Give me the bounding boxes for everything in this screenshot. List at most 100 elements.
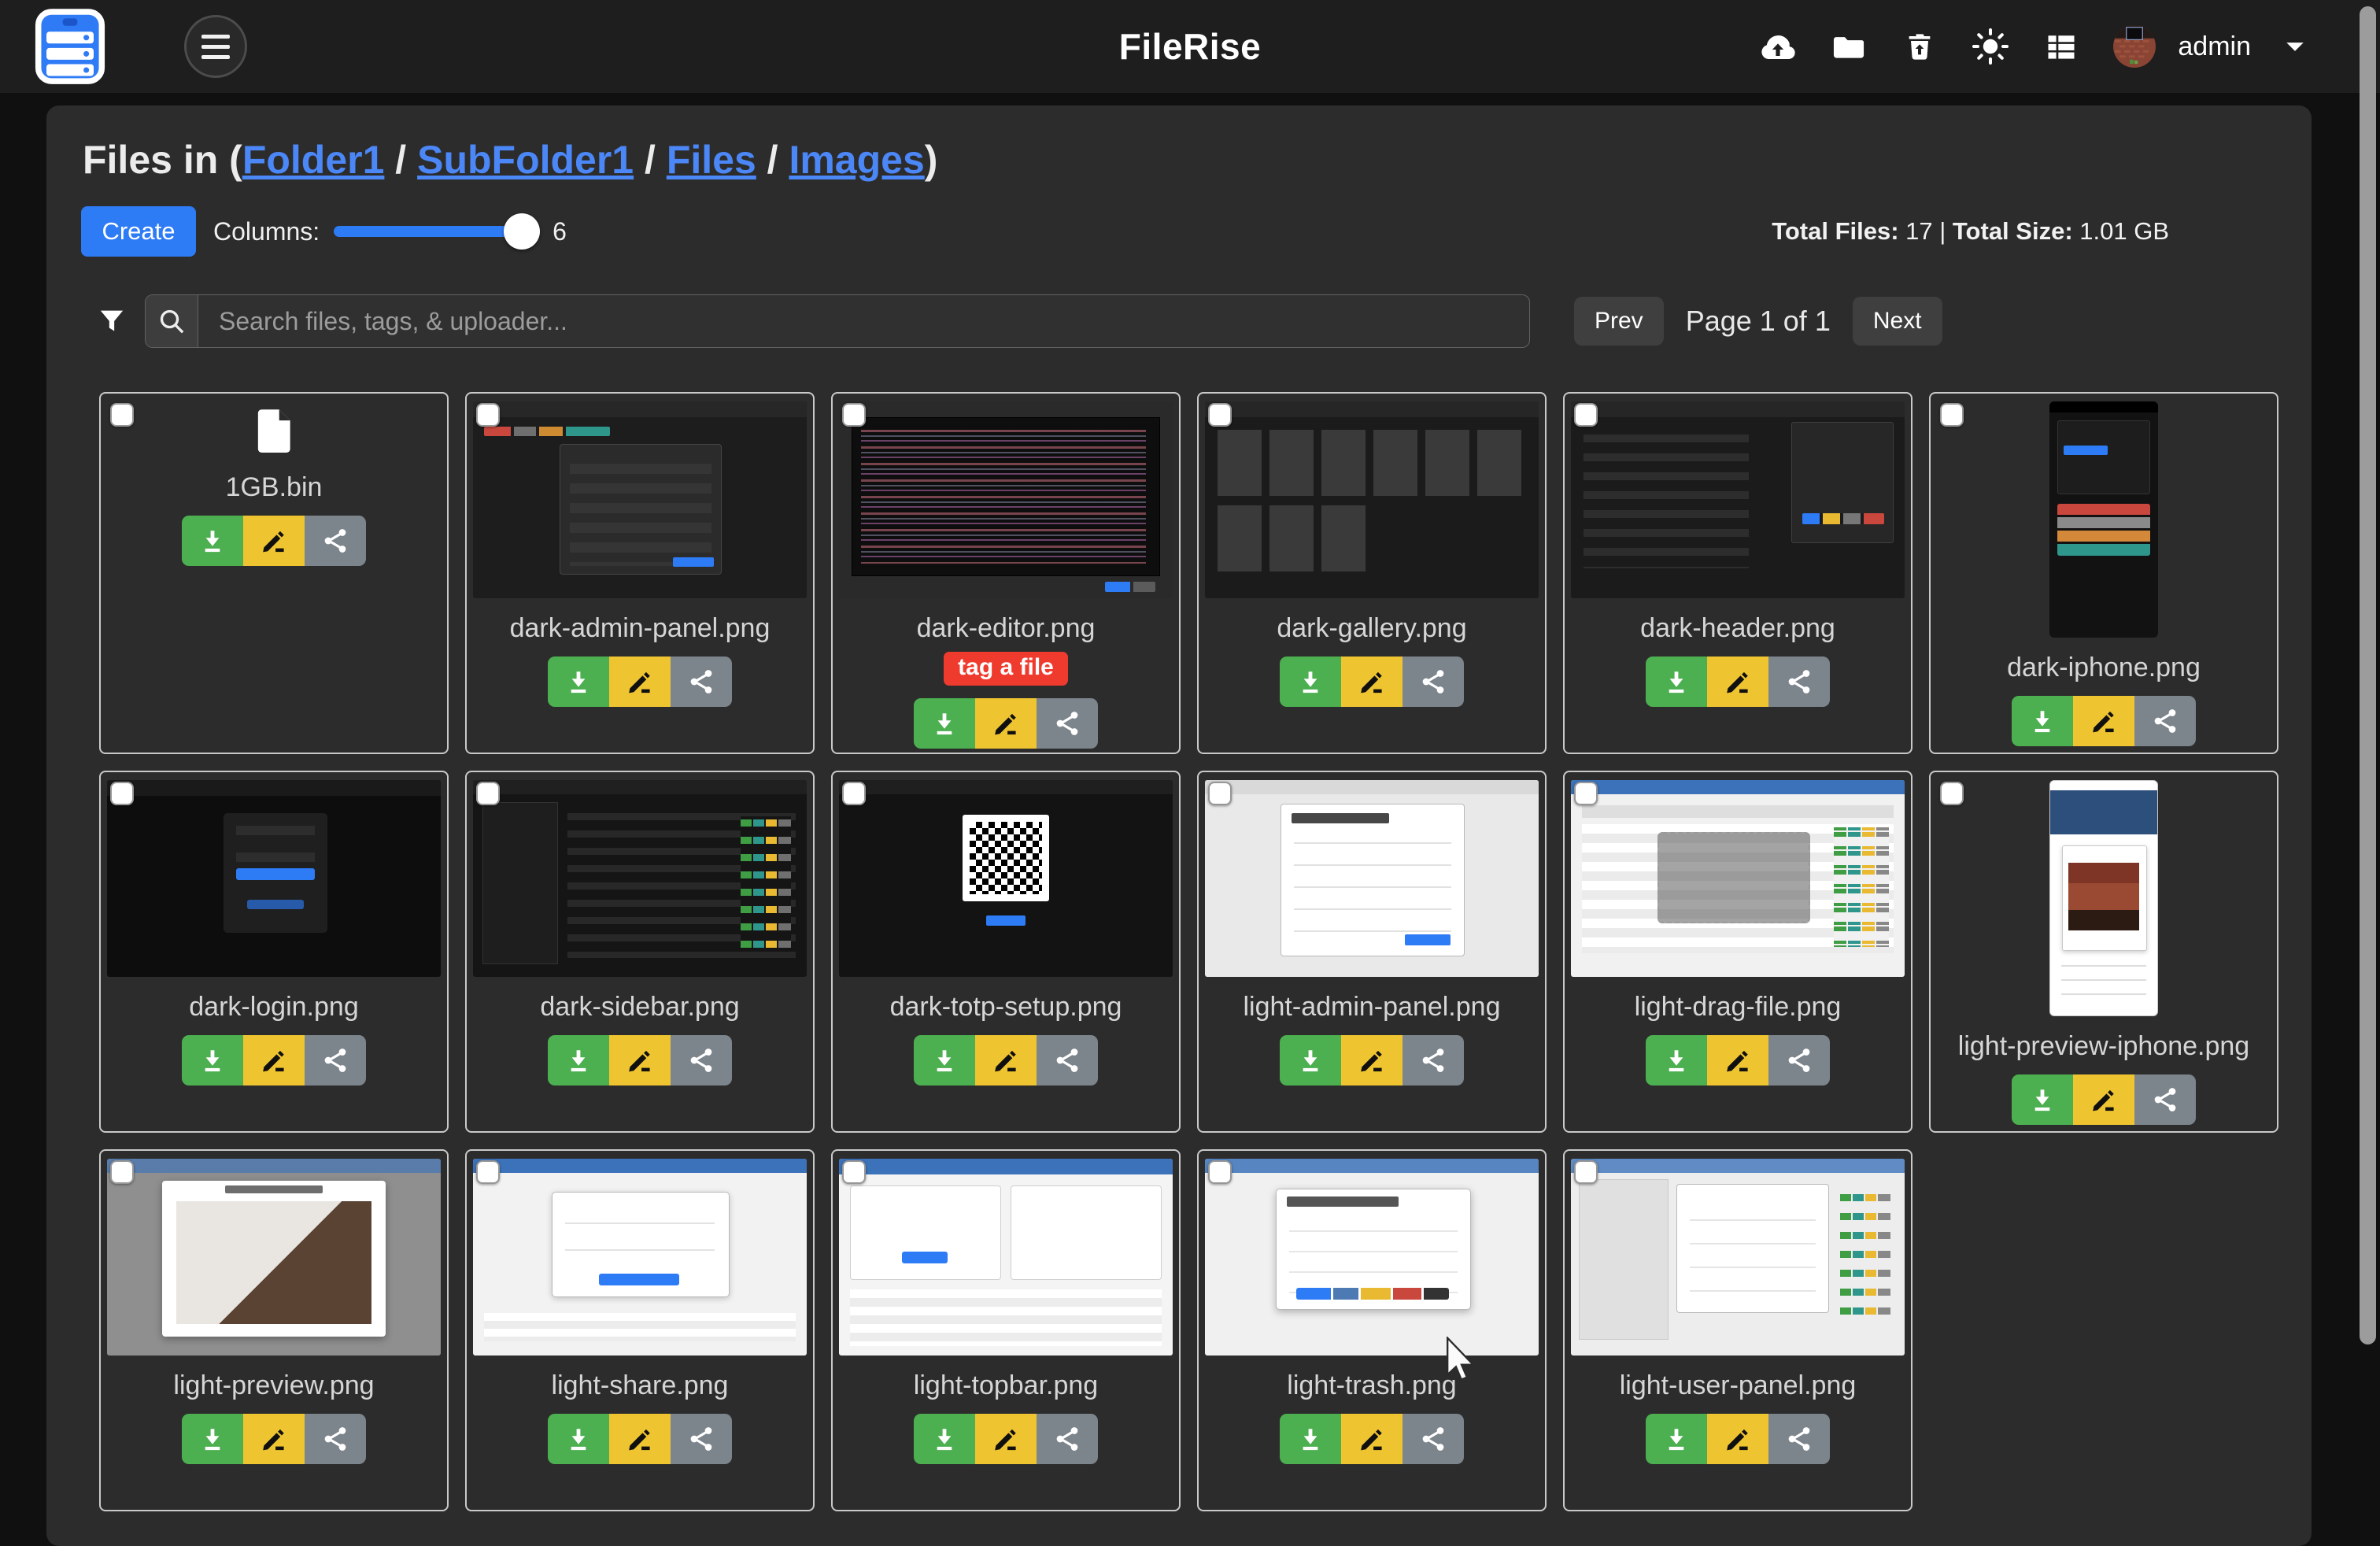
file-card[interactable]: dark-sidebar.png <box>465 771 815 1133</box>
download-button[interactable] <box>548 1035 609 1086</box>
file-checkbox[interactable] <box>1574 403 1598 427</box>
file-checkbox[interactable] <box>1574 1160 1598 1184</box>
file-checkbox[interactable] <box>110 1160 134 1184</box>
edit-button[interactable] <box>1707 656 1768 707</box>
file-thumbnail[interactable] <box>839 1159 1173 1356</box>
file-thumbnail[interactable] <box>1205 780 1539 977</box>
share-button[interactable] <box>1402 1035 1464 1086</box>
file-card[interactable]: light-drag-file.png <box>1563 771 1913 1133</box>
scrollbar[interactable] <box>2360 6 2376 1344</box>
download-button[interactable] <box>182 1035 243 1086</box>
file-card[interactable]: dark-login.png <box>99 771 449 1133</box>
file-thumbnail[interactable] <box>839 780 1173 977</box>
columns-slider[interactable] <box>334 226 535 237</box>
file-thumbnail[interactable] <box>1571 1159 1905 1356</box>
share-button[interactable] <box>1037 1414 1098 1464</box>
file-card[interactable]: dark-header.png <box>1563 392 1913 754</box>
edit-button[interactable] <box>975 1035 1037 1086</box>
download-button[interactable] <box>1646 656 1707 707</box>
file-checkbox[interactable] <box>842 403 866 427</box>
create-button[interactable]: Create <box>81 206 196 257</box>
share-button[interactable] <box>2134 696 2196 746</box>
share-button[interactable] <box>305 1035 366 1086</box>
edit-button[interactable] <box>1707 1414 1768 1464</box>
download-button[interactable] <box>2012 696 2073 746</box>
download-button[interactable] <box>1280 656 1341 707</box>
edit-button[interactable] <box>2073 1074 2134 1125</box>
file-thumbnail[interactable] <box>2049 780 2158 1016</box>
file-checkbox[interactable] <box>1208 782 1232 805</box>
download-button[interactable] <box>182 1414 243 1464</box>
file-checkbox[interactable] <box>1208 1160 1232 1184</box>
edit-button[interactable] <box>243 1035 305 1086</box>
file-thumbnail[interactable] <box>473 780 807 977</box>
file-card[interactable]: light-trash.png <box>1197 1149 1547 1511</box>
download-button[interactable] <box>1646 1035 1707 1086</box>
user-name[interactable]: admin <box>2178 31 2251 62</box>
download-button[interactable] <box>182 516 243 566</box>
file-thumbnail[interactable] <box>1205 1159 1539 1356</box>
download-button[interactable] <box>548 656 609 707</box>
file-card[interactable]: 1GB.bin <box>99 392 449 754</box>
download-button[interactable] <box>914 1414 975 1464</box>
file-thumbnail[interactable] <box>2049 401 2158 638</box>
share-button[interactable] <box>1768 656 1830 707</box>
share-button[interactable] <box>1037 1035 1098 1086</box>
file-checkbox[interactable] <box>1574 782 1598 805</box>
download-button[interactable] <box>914 1035 975 1086</box>
breadcrumb-link-files[interactable]: Files <box>667 138 756 182</box>
share-button[interactable] <box>1037 698 1098 749</box>
download-button[interactable] <box>914 698 975 749</box>
file-checkbox[interactable] <box>842 782 866 805</box>
file-thumbnail[interactable] <box>839 401 1173 598</box>
file-card[interactable]: light-preview.png <box>99 1149 449 1511</box>
edit-button[interactable] <box>1341 656 1402 707</box>
file-thumbnail[interactable] <box>1205 401 1539 598</box>
edit-button[interactable] <box>2073 696 2134 746</box>
file-checkbox[interactable] <box>476 403 500 427</box>
file-thumbnail[interactable] <box>473 1159 807 1356</box>
edit-button[interactable] <box>1341 1414 1402 1464</box>
prev-button[interactable]: Prev <box>1574 297 1664 346</box>
breadcrumb-link-images[interactable]: Images <box>789 138 924 182</box>
share-button[interactable] <box>1402 656 1464 707</box>
menu-icon[interactable] <box>184 15 247 78</box>
file-card[interactable]: dark-totp-setup.png <box>831 771 1181 1133</box>
file-card[interactable]: light-admin-panel.png <box>1197 771 1547 1133</box>
edit-button[interactable] <box>1707 1035 1768 1086</box>
file-card[interactable]: dark-editor.pngtag a file <box>831 392 1181 754</box>
trash-restore-icon[interactable] <box>1901 28 1938 65</box>
share-button[interactable] <box>671 1035 732 1086</box>
file-thumbnail[interactable] <box>473 401 807 598</box>
share-button[interactable] <box>671 656 732 707</box>
caret-down-icon[interactable] <box>2276 28 2314 65</box>
download-button[interactable] <box>1280 1414 1341 1464</box>
download-button[interactable] <box>1280 1035 1341 1086</box>
file-checkbox[interactable] <box>1208 403 1232 427</box>
upload-cloud-icon[interactable] <box>1759 28 1797 65</box>
share-button[interactable] <box>1768 1414 1830 1464</box>
file-card[interactable]: dark-iphone.png <box>1929 392 2278 754</box>
file-checkbox[interactable] <box>1940 782 1964 805</box>
share-button[interactable] <box>305 516 366 566</box>
file-checkbox[interactable] <box>842 1160 866 1184</box>
avatar[interactable] <box>2113 25 2156 68</box>
slider-thumb[interactable] <box>504 213 540 250</box>
edit-button[interactable] <box>609 1414 671 1464</box>
file-thumbnail[interactable] <box>1571 780 1905 977</box>
share-button[interactable] <box>1768 1035 1830 1086</box>
next-button[interactable]: Next <box>1853 297 1942 346</box>
edit-button[interactable] <box>1341 1035 1402 1086</box>
search-icon[interactable] <box>146 295 198 347</box>
download-button[interactable] <box>2012 1074 2073 1125</box>
breadcrumb-link-folder1[interactable]: Folder1 <box>242 138 385 182</box>
file-card[interactable]: light-preview-iphone.png <box>1929 771 2278 1133</box>
file-card[interactable]: dark-admin-panel.png <box>465 392 815 754</box>
file-card[interactable]: light-share.png <box>465 1149 815 1511</box>
edit-button[interactable] <box>243 516 305 566</box>
breadcrumb-link-subfolder1[interactable]: SubFolder1 <box>417 138 634 182</box>
share-button[interactable] <box>671 1414 732 1464</box>
edit-button[interactable] <box>975 1414 1037 1464</box>
theme-sun-icon[interactable] <box>1972 28 2009 65</box>
edit-button[interactable] <box>609 656 671 707</box>
